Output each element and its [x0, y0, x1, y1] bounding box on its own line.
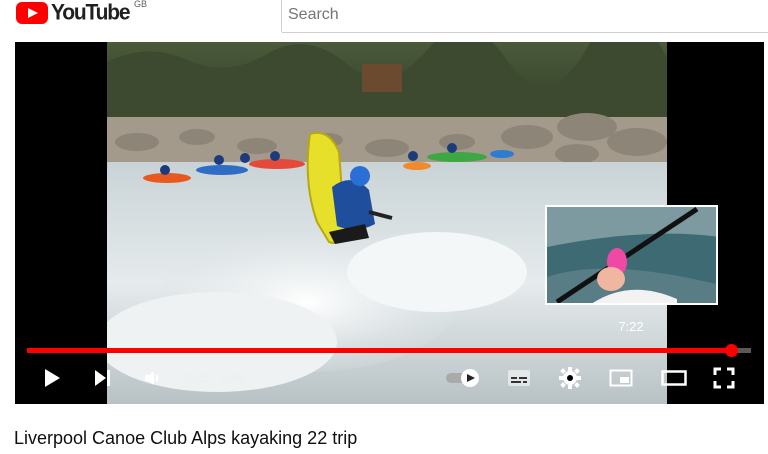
video-title[interactable]: Liverpool Canoe Club Alps kayaking 22 tr…	[14, 428, 357, 449]
preview-image	[547, 207, 716, 303]
theater-icon	[661, 370, 687, 386]
time-separator: /	[209, 370, 221, 385]
current-time: 8:35	[184, 370, 210, 385]
fullscreen-button[interactable]	[709, 360, 739, 396]
settings-button[interactable]	[555, 360, 585, 396]
autoplay-icon	[446, 369, 479, 387]
subtitles-button[interactable]	[503, 360, 535, 396]
settings-icon	[559, 367, 581, 389]
miniplayer-button[interactable]	[605, 360, 637, 396]
search-box[interactable]	[281, 0, 768, 33]
subtitles-icon	[508, 370, 530, 386]
play-icon	[45, 369, 60, 387]
theater-mode-button[interactable]	[657, 360, 691, 396]
next-button[interactable]	[87, 360, 117, 396]
progress-bar[interactable]	[27, 344, 751, 357]
masthead: YouTube GB	[0, 0, 768, 34]
logo-text: YouTube	[51, 0, 131, 25]
play-button[interactable]	[37, 360, 67, 396]
volume-icon	[145, 371, 159, 385]
progress-fill	[27, 348, 732, 353]
next-icon	[95, 370, 110, 386]
search-input[interactable]	[288, 3, 758, 27]
mute-button[interactable]	[137, 360, 167, 396]
video-player[interactable]: 7:22 8:35 / 8:49	[15, 42, 764, 404]
country-code: GB	[134, 0, 148, 9]
fullscreen-icon	[713, 367, 735, 389]
progress-scrubber-handle[interactable]	[725, 344, 739, 357]
youtube-play-logo-icon	[16, 2, 48, 24]
time-display: 8:35 / 8:49	[184, 370, 245, 385]
preview-timestamp: 7:22	[618, 319, 644, 334]
autoplay-toggle[interactable]	[443, 360, 485, 396]
seek-preview-thumbnail	[545, 205, 718, 305]
miniplayer-icon	[609, 369, 633, 387]
player-controls: 8:35 / 8:49	[15, 360, 764, 404]
youtube-logo[interactable]: YouTube GB	[16, 0, 147, 25]
duration: 8:49	[220, 370, 246, 385]
